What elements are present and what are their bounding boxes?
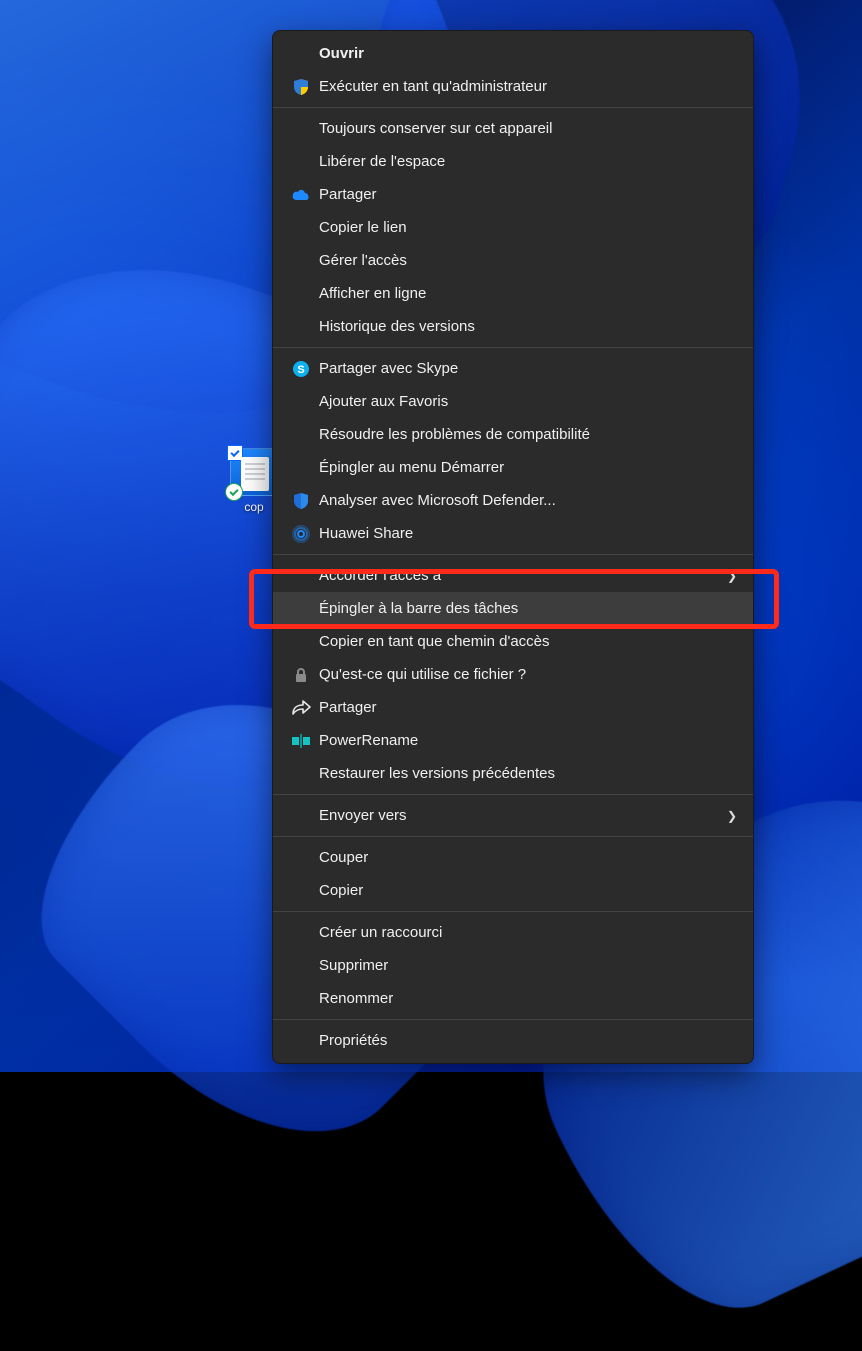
menu-powerrename[interactable]: PowerRename	[273, 724, 753, 757]
lock-icon	[287, 667, 315, 683]
menu-label: Résoudre les problèmes de compatibilité	[315, 426, 737, 443]
svg-text:S: S	[297, 364, 304, 376]
menu-label: Copier le lien	[315, 219, 737, 236]
menu-grant-access[interactable]: Accorder l'accès à ❯	[273, 559, 753, 592]
menu-copy-link[interactable]: Copier le lien	[273, 211, 753, 244]
context-menu: Ouvrir Exécuter en tant qu'administrateu…	[272, 30, 754, 1064]
menu-troubleshoot[interactable]: Résoudre les problèmes de compatibilité	[273, 418, 753, 451]
menu-label: PowerRename	[315, 732, 737, 749]
menu-delete[interactable]: Supprimer	[273, 949, 753, 982]
menu-label: Historique des versions	[315, 318, 737, 335]
menu-share[interactable]: Partager	[273, 691, 753, 724]
menu-label: Couper	[315, 849, 737, 866]
menu-label: Toujours conserver sur cet appareil	[315, 120, 737, 137]
menu-separator	[273, 1019, 753, 1020]
menu-label: Partager	[315, 186, 737, 203]
menu-label: Libérer de l'espace	[315, 153, 737, 170]
menu-label: Supprimer	[315, 957, 737, 974]
menu-view-online[interactable]: Afficher en ligne	[273, 277, 753, 310]
menu-copy[interactable]: Copier	[273, 874, 753, 907]
menu-onedrive-share[interactable]: Partager	[273, 178, 753, 211]
menu-always-keep[interactable]: Toujours conserver sur cet appareil	[273, 112, 753, 145]
menu-label: Ouvrir	[315, 45, 737, 62]
chevron-right-icon: ❯	[727, 569, 737, 583]
shield-admin-icon	[287, 78, 315, 96]
defender-shield-icon	[287, 492, 315, 510]
share-arrow-icon	[287, 700, 315, 716]
menu-rename[interactable]: Renommer	[273, 982, 753, 1015]
menu-separator	[273, 107, 753, 108]
menu-label: Épingler à la barre des tâches	[315, 600, 737, 617]
menu-pin-taskbar[interactable]: Épingler à la barre des tâches	[273, 592, 753, 625]
menu-label: Huawei Share	[315, 525, 737, 542]
menu-add-favorites[interactable]: Ajouter aux Favoris	[273, 385, 753, 418]
menu-label: Analyser avec Microsoft Defender...	[315, 492, 737, 509]
menu-label: Envoyer vers	[315, 807, 727, 824]
menu-properties[interactable]: Propriétés	[273, 1024, 753, 1057]
menu-create-shortcut[interactable]: Créer un raccourci	[273, 916, 753, 949]
menu-run-as-admin[interactable]: Exécuter en tant qu'administrateur	[273, 70, 753, 103]
menu-label: Copier en tant que chemin d'accès	[315, 633, 737, 650]
menu-label: Partager avec Skype	[315, 360, 737, 377]
menu-free-space[interactable]: Libérer de l'espace	[273, 145, 753, 178]
menu-label: Gérer l'accès	[315, 252, 737, 269]
menu-huawei-share[interactable]: Huawei Share	[273, 517, 753, 550]
menu-separator	[273, 347, 753, 348]
menu-label: Exécuter en tant qu'administrateur	[315, 78, 737, 95]
menu-who-uses[interactable]: Qu'est-ce qui utilise ce fichier ?	[273, 658, 753, 691]
menu-label: Épingler au menu Démarrer	[315, 459, 737, 476]
chevron-right-icon: ❯	[727, 809, 737, 823]
menu-label: Propriétés	[315, 1032, 737, 1049]
menu-separator	[273, 794, 753, 795]
menu-label: Partager	[315, 699, 737, 716]
menu-label: Créer un raccourci	[315, 924, 737, 941]
menu-pin-start[interactable]: Épingler au menu Démarrer	[273, 451, 753, 484]
menu-restore-versions[interactable]: Restaurer les versions précédentes	[273, 757, 753, 790]
menu-separator	[273, 836, 753, 837]
huawei-share-icon	[287, 525, 315, 543]
powerrename-icon	[287, 733, 315, 749]
skype-icon: S	[287, 360, 315, 378]
menu-label: Qu'est-ce qui utilise ce fichier ?	[315, 666, 737, 683]
menu-label: Ajouter aux Favoris	[315, 393, 737, 410]
menu-separator	[273, 554, 753, 555]
menu-version-history[interactable]: Historique des versions	[273, 310, 753, 343]
menu-defender[interactable]: Analyser avec Microsoft Defender...	[273, 484, 753, 517]
menu-manage-access[interactable]: Gérer l'accès	[273, 244, 753, 277]
menu-label: Afficher en ligne	[315, 285, 737, 302]
menu-label: Renommer	[315, 990, 737, 1007]
menu-copy-path[interactable]: Copier en tant que chemin d'accès	[273, 625, 753, 658]
menu-open[interactable]: Ouvrir	[273, 37, 753, 70]
menu-separator	[273, 911, 753, 912]
onedrive-cloud-icon	[287, 188, 315, 202]
menu-label: Restaurer les versions précédentes	[315, 765, 737, 782]
menu-label: Copier	[315, 882, 737, 899]
menu-cut[interactable]: Couper	[273, 841, 753, 874]
menu-share-skype[interactable]: S Partager avec Skype	[273, 352, 753, 385]
menu-send-to[interactable]: Envoyer vers ❯	[273, 799, 753, 832]
menu-label: Accorder l'accès à	[315, 567, 727, 584]
sync-status-icon	[225, 483, 243, 501]
shortcut-icon	[230, 448, 278, 496]
